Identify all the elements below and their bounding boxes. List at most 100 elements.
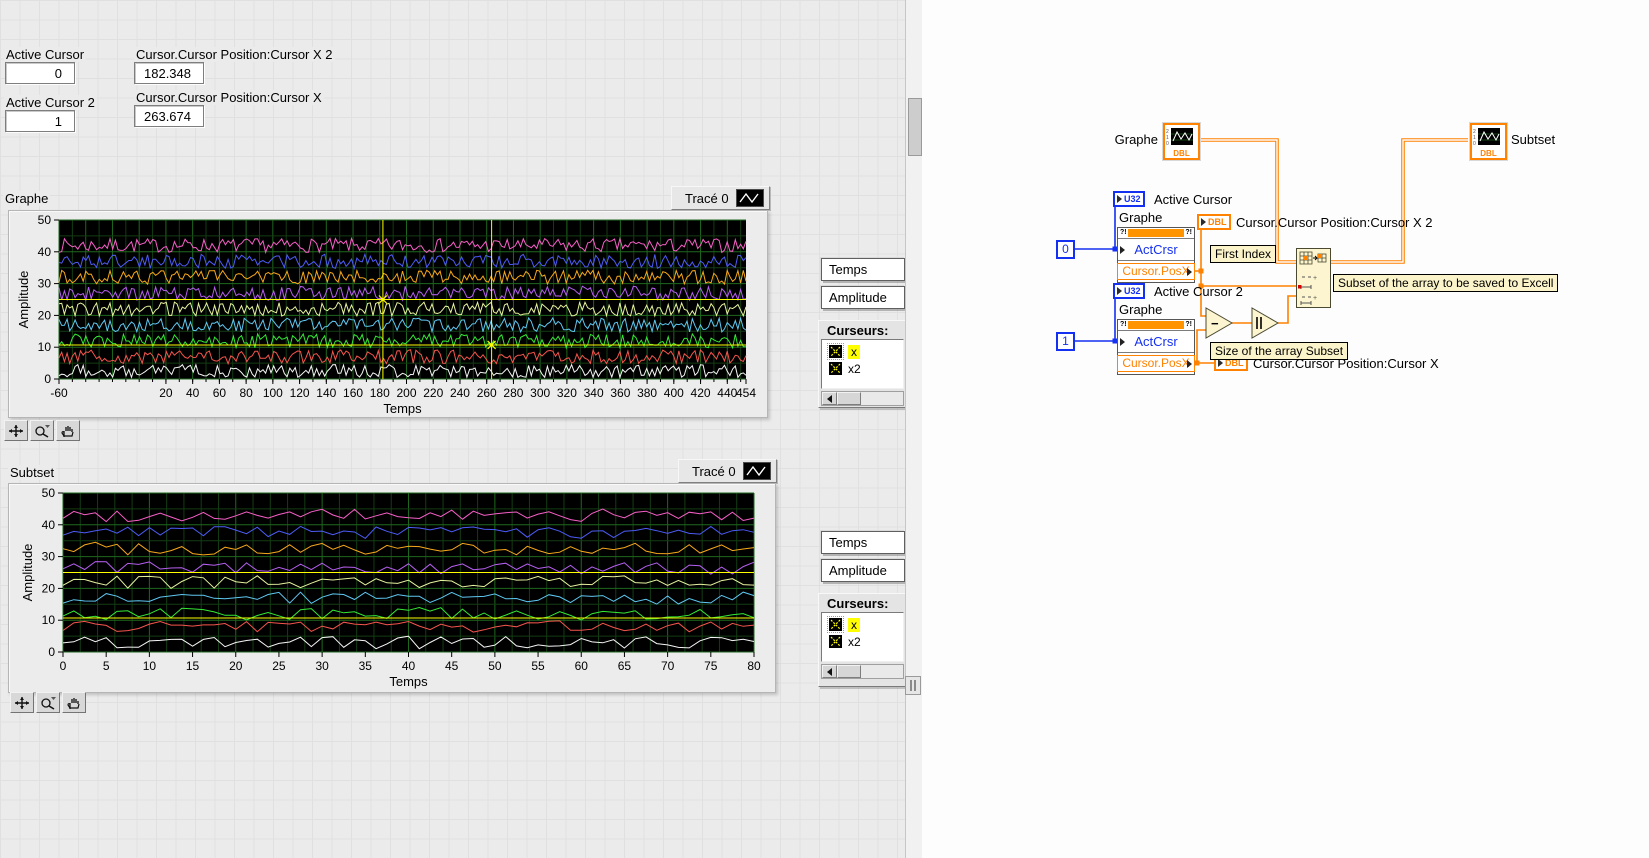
subtset-graph-terminal[interactable]: 210 DBL (1470, 123, 1507, 160)
graph2-cursor-move-button[interactable] (10, 692, 34, 713)
svg-text:420: 420 (691, 386, 711, 400)
graph1-legend-label: Tracé 0 (685, 190, 729, 206)
cursor-pos-x2-indicator[interactable]: 182.348 (134, 62, 204, 84)
property-node1-posx-row[interactable]: Cursor.PosX (1117, 260, 1195, 282)
graph1-cursor-x-name[interactable]: x (848, 344, 860, 359)
scroll-left-button[interactable] (822, 392, 837, 405)
active-cursor-control[interactable]: 0 (5, 62, 75, 84)
window-splitter-grip[interactable] (905, 676, 921, 695)
cursor-crosshair-icon (829, 362, 842, 375)
graph1-y-scale-name[interactable]: Amplitude (821, 286, 905, 309)
terminal-arrow-icon (1218, 359, 1223, 367)
svg-text:40: 40 (38, 245, 52, 259)
cursor-pos-x-label: Cursor.Cursor Position:Cursor X (134, 90, 324, 105)
size-free-label[interactable]: Size of the array Subset (1210, 342, 1349, 360)
graph1-cursor-row-x2[interactable]: x2 (827, 360, 903, 377)
svg-text:454: 454 (736, 386, 756, 400)
graph2-pan-button[interactable] (62, 692, 86, 713)
svg-text:340: 340 (584, 386, 604, 400)
svg-text:5: 5 (103, 659, 110, 673)
u32-terminal-active-cursor[interactable]: U32 (1113, 191, 1145, 207)
graph2-zoom-button[interactable] (36, 692, 60, 713)
svg-text:0: 0 (44, 372, 51, 386)
svg-text:280: 280 (503, 386, 523, 400)
property-node2-posx-row[interactable]: Cursor.PosX (1117, 352, 1195, 374)
graph2-cursor-x-name[interactable]: x (848, 617, 860, 632)
cursor-pos-x-indicator[interactable]: 263.674 (134, 105, 204, 127)
svg-text:80: 80 (239, 386, 253, 400)
scrollbar-thumb[interactable] (837, 392, 861, 405)
graph2-cursor-x2-name[interactable]: x2 (848, 635, 861, 649)
graph2-plot-area[interactable]: 0 5 10 15 20 25 30 35 40 45 50 55 60 65 70 75 80 0 10 20 30 4… (9, 484, 775, 692)
graph2-cursor-scrollbar[interactable] (821, 664, 904, 679)
svg-text:380: 380 (637, 386, 657, 400)
numeric-constant-0[interactable]: 0 (1056, 240, 1075, 259)
svg-text:160: 160 (343, 386, 363, 400)
subset-free-label[interactable]: Subset of the array to be saved to Excel… (1333, 274, 1559, 292)
svg-text:10: 10 (38, 340, 52, 354)
svg-text:20: 20 (42, 581, 56, 595)
graph2-trace-style-icon[interactable] (742, 462, 771, 480)
graph1-zoom-button[interactable] (30, 420, 54, 441)
graph1-cursor-list: x x2 (821, 339, 904, 389)
graph1-x-scale-name[interactable]: Temps (821, 258, 905, 281)
graph2-cursor-row-x[interactable]: x (827, 616, 903, 633)
y-axis-name: Amplitude (16, 271, 31, 329)
graph2-widget[interactable]: 0 5 10 15 20 25 30 35 40 45 50 55 60 65 70 75 80 0 10 20 30 4… (8, 483, 776, 693)
numeric-constant-1[interactable]: 1 (1056, 332, 1075, 351)
svg-text:20: 20 (38, 308, 52, 322)
front-panel-vertical-scrollbar[interactable] (905, 0, 922, 858)
u32-terminal-active-cursor-2[interactable]: U32 (1113, 283, 1145, 299)
property-node2[interactable]: ?!?! ActCrsr Cursor.PosX (1117, 319, 1195, 375)
svg-text:180: 180 (370, 386, 390, 400)
svg-text:320: 320 (557, 386, 577, 400)
active-cursor-terminal-label: Active Cursor (1154, 192, 1233, 207)
property-node1[interactable]: ?!?! ActCrsr Cursor.PosX (1117, 227, 1195, 283)
property-node1-actcrsr-row[interactable]: ActCrsr (1118, 238, 1194, 260)
graph1-palette-toolbar (4, 420, 80, 441)
active-cursor-2-control[interactable]: 1 (5, 110, 75, 132)
svg-text:35: 35 (359, 659, 373, 673)
terminal-arrow-icon (1117, 195, 1122, 203)
svg-text:140: 140 (316, 386, 336, 400)
svg-text:50: 50 (488, 659, 502, 673)
graph2-cursor-list: x x2 (821, 612, 904, 662)
graph1-plot-legend[interactable]: Tracé 0 (671, 186, 770, 210)
svg-text:20: 20 (229, 659, 243, 673)
graph1-widget[interactable]: -60 20 40 60 80 100 120 140 160 180 200 220 240 260 28… (8, 210, 768, 418)
property-node2-actcrsr-row[interactable]: ActCrsr (1118, 330, 1194, 352)
svg-text:60: 60 (575, 659, 589, 673)
graph1-cursor-x2-name[interactable]: x2 (848, 362, 861, 376)
graph1-pan-button[interactable] (56, 420, 80, 441)
graph1-cursor-legend: Curseurs: x x2 (818, 320, 907, 408)
property-node-header: ?!?! (1119, 228, 1193, 238)
graph2-plot-legend[interactable]: Tracé 0 (678, 459, 777, 483)
graph2-x-scale-name[interactable]: Temps (821, 531, 905, 554)
scrollbar-thumb[interactable] (837, 665, 861, 678)
svg-text:-60: -60 (50, 386, 68, 400)
graph1-cursor-row-x[interactable]: x (827, 343, 903, 360)
graph1-plot-area[interactable]: -60 20 40 60 80 100 120 140 160 180 200 220 240 260 28… (9, 211, 767, 417)
graph1-cursor-scrollbar[interactable] (821, 391, 904, 406)
first-index-free-label[interactable]: First Index (1210, 245, 1277, 263)
graph2-y-scale-name[interactable]: Amplitude (821, 559, 905, 582)
active-cursor-2-terminal-label: Active Cursor 2 (1154, 284, 1243, 299)
cursor-selection-box (827, 343, 844, 360)
graph2-cursor-row-x2[interactable]: x2 (827, 633, 903, 650)
svg-text:50: 50 (38, 213, 52, 227)
active-cursor-label: Active Cursor (4, 47, 87, 62)
svg-text:75: 75 (704, 659, 718, 673)
scrollbar-thumb[interactable] (908, 98, 922, 156)
left-arrow-icon (827, 667, 832, 676)
graph1-cursor-move-button[interactable] (4, 420, 28, 441)
terminal-arrow-icon (1201, 218, 1206, 226)
scroll-left-button[interactable] (822, 665, 837, 678)
svg-text:260: 260 (477, 386, 497, 400)
graph2-palette-toolbar (10, 692, 86, 713)
array-subset-node[interactable]: + + (1296, 248, 1331, 308)
svg-text:20: 20 (159, 386, 173, 400)
svg-text:55: 55 (531, 659, 545, 673)
graphe-graph-terminal[interactable]: 210 DBL (1163, 123, 1200, 160)
graph1-trace-style-icon[interactable] (735, 189, 764, 207)
dbl-terminal-cursor-x2[interactable]: DBL (1197, 214, 1231, 230)
